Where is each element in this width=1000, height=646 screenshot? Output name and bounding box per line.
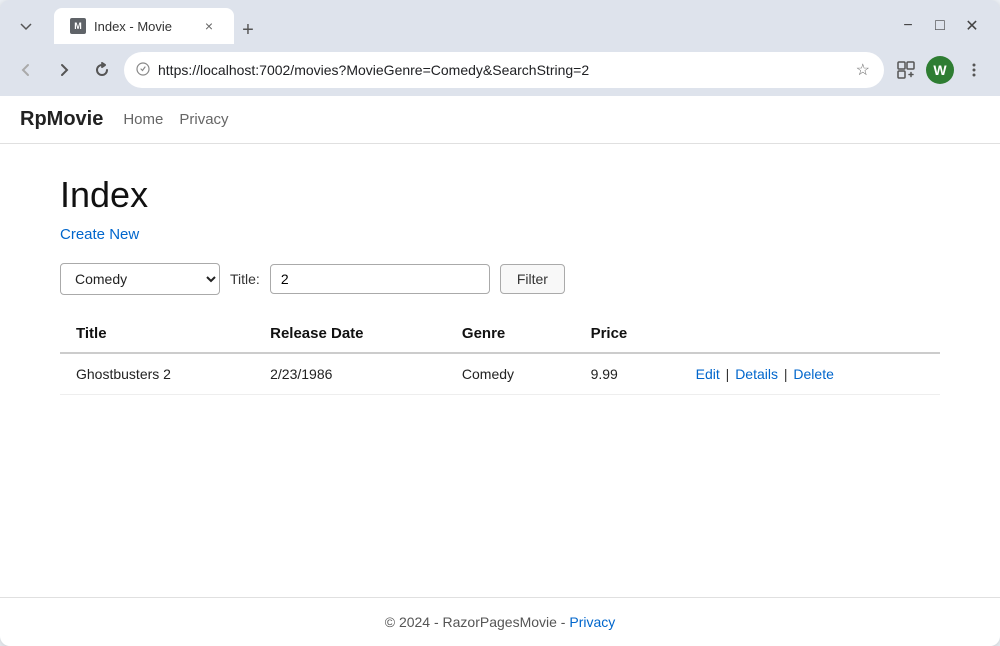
cell-release-date: 2/23/1986 bbox=[254, 353, 446, 395]
delete-link[interactable]: Delete bbox=[793, 366, 833, 382]
filter-button[interactable]: Filter bbox=[500, 264, 565, 294]
genre-select[interactable]: Comedy All Genres Drama Action Sci-Fi Ro… bbox=[60, 263, 220, 295]
bookmark-button[interactable]: ☆ bbox=[854, 58, 872, 82]
cell-title: Ghostbusters 2 bbox=[60, 353, 254, 395]
extensions-button[interactable] bbox=[890, 54, 922, 86]
cell-genre: Comedy bbox=[446, 353, 575, 395]
security-icon bbox=[136, 62, 150, 79]
copyright-text: © 2024 - RazorPagesMovie - bbox=[385, 614, 566, 630]
cell-price: 9.99 bbox=[575, 353, 680, 395]
active-tab[interactable]: M Index - Movie × bbox=[54, 8, 234, 44]
create-new-link[interactable]: Create New bbox=[60, 226, 139, 243]
tab-expand-button[interactable] bbox=[10, 10, 42, 42]
col-title: Title bbox=[60, 315, 254, 353]
close-button[interactable]: ✕ bbox=[958, 12, 986, 40]
table-row: Ghostbusters 2 2/23/1986 Comedy 9.99 Edi… bbox=[60, 353, 940, 395]
tab-close-button[interactable]: × bbox=[200, 17, 218, 35]
cell-actions: Edit | Details | Delete bbox=[680, 353, 940, 395]
tab-title-text: Index - Movie bbox=[94, 19, 192, 34]
action-sep-2: | bbox=[780, 366, 791, 382]
edit-link[interactable]: Edit bbox=[696, 366, 720, 382]
nav-privacy-link[interactable]: Privacy bbox=[179, 111, 228, 128]
address-bar[interactable]: https://localhost:7002/movies?MovieGenre… bbox=[124, 52, 884, 88]
table-header-row: Title Release Date Genre Price bbox=[60, 315, 940, 353]
minimize-button[interactable]: − bbox=[894, 12, 922, 40]
profile-button[interactable]: W bbox=[926, 56, 954, 84]
col-release-date: Release Date bbox=[254, 315, 446, 353]
title-search-input[interactable] bbox=[270, 264, 490, 294]
back-button[interactable] bbox=[10, 54, 42, 86]
refresh-button[interactable] bbox=[86, 54, 118, 86]
filter-bar: Comedy All Genres Drama Action Sci-Fi Ro… bbox=[60, 263, 940, 295]
page-content: RpMovie Home Privacy Index Create New Co… bbox=[0, 96, 1000, 646]
details-link[interactable]: Details bbox=[735, 366, 778, 382]
menu-button[interactable] bbox=[958, 54, 990, 86]
site-nav: RpMovie Home Privacy bbox=[0, 96, 1000, 144]
url-text: https://localhost:7002/movies?MovieGenre… bbox=[158, 62, 846, 78]
tab-favicon: M bbox=[70, 18, 86, 34]
forward-button[interactable] bbox=[48, 54, 80, 86]
page-title: Index bbox=[60, 174, 940, 216]
main-content: Index Create New Comedy All Genres Drama… bbox=[0, 144, 1000, 597]
footer-privacy-link[interactable]: Privacy bbox=[569, 614, 615, 630]
col-genre: Genre bbox=[446, 315, 575, 353]
title-filter-label: Title: bbox=[230, 271, 260, 287]
action-sep-1: | bbox=[722, 366, 733, 382]
col-actions bbox=[680, 315, 940, 353]
col-price: Price bbox=[575, 315, 680, 353]
maximize-button[interactable]: □ bbox=[926, 12, 954, 40]
nav-home-link[interactable]: Home bbox=[123, 111, 163, 128]
site-footer: © 2024 - RazorPagesMovie - Privacy bbox=[0, 597, 1000, 646]
movie-table: Title Release Date Genre Price Ghostbust… bbox=[60, 315, 940, 395]
new-tab-button[interactable]: + bbox=[234, 16, 262, 44]
site-brand: RpMovie bbox=[20, 108, 103, 131]
